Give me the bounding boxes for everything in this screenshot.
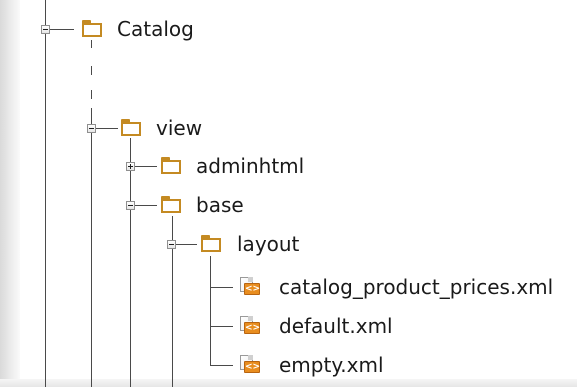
minus-icon bbox=[169, 244, 174, 245]
collapse-toggle-view[interactable] bbox=[87, 124, 96, 133]
tree-line-catalog-gap bbox=[91, 40, 92, 48]
tree-line-layout-children bbox=[210, 256, 211, 366]
tree-node-file-default[interactable]: default.xml bbox=[279, 314, 393, 338]
tree-line-layout bbox=[173, 244, 197, 245]
collapse-toggle-catalog[interactable] bbox=[41, 25, 50, 34]
folder-icon bbox=[161, 196, 181, 213]
tree-line-file-3 bbox=[211, 365, 233, 366]
tree-line-view-children bbox=[130, 138, 131, 387]
tree-line-catalog bbox=[46, 29, 74, 30]
folder-icon bbox=[121, 119, 141, 136]
collapse-toggle-layout[interactable] bbox=[167, 240, 176, 249]
xml-file-icon: <> bbox=[240, 316, 260, 336]
expand-toggle-adminhtml[interactable] bbox=[126, 162, 135, 171]
tree-line-file-1 bbox=[211, 287, 233, 288]
folder-icon bbox=[82, 20, 102, 37]
minus-icon bbox=[128, 205, 133, 206]
panel-bottom-edge bbox=[0, 379, 577, 387]
minus-icon bbox=[43, 29, 48, 30]
folder-icon bbox=[161, 157, 181, 174]
collapse-toggle-base[interactable] bbox=[126, 201, 135, 210]
tree-node-layout[interactable]: layout bbox=[237, 232, 299, 256]
tree-line-file-2 bbox=[211, 326, 233, 327]
tree-line-root bbox=[45, 0, 46, 387]
tree-node-catalog[interactable]: Catalog bbox=[117, 17, 194, 41]
tree-line-catalog-children bbox=[91, 108, 92, 387]
tree-line-catalog-gap bbox=[91, 90, 92, 99]
tree-node-file-catalog-product-prices[interactable]: catalog_product_prices.xml bbox=[279, 275, 553, 299]
tree-node-base[interactable]: base bbox=[196, 193, 244, 217]
panel-gutter bbox=[0, 0, 20, 387]
folder-icon bbox=[201, 235, 221, 252]
xml-file-icon: <> bbox=[240, 277, 260, 297]
minus-icon bbox=[89, 128, 94, 129]
xml-file-icon: <> bbox=[240, 355, 260, 375]
tree-node-file-empty[interactable]: empty.xml bbox=[279, 353, 384, 377]
tree-node-view[interactable]: view bbox=[156, 116, 202, 140]
tree-line-catalog-gap bbox=[91, 66, 92, 75]
project-tree-panel: Catalog view adminhtml base layout <> ca… bbox=[0, 0, 577, 387]
tree-node-adminhtml[interactable]: adminhtml bbox=[196, 154, 304, 178]
